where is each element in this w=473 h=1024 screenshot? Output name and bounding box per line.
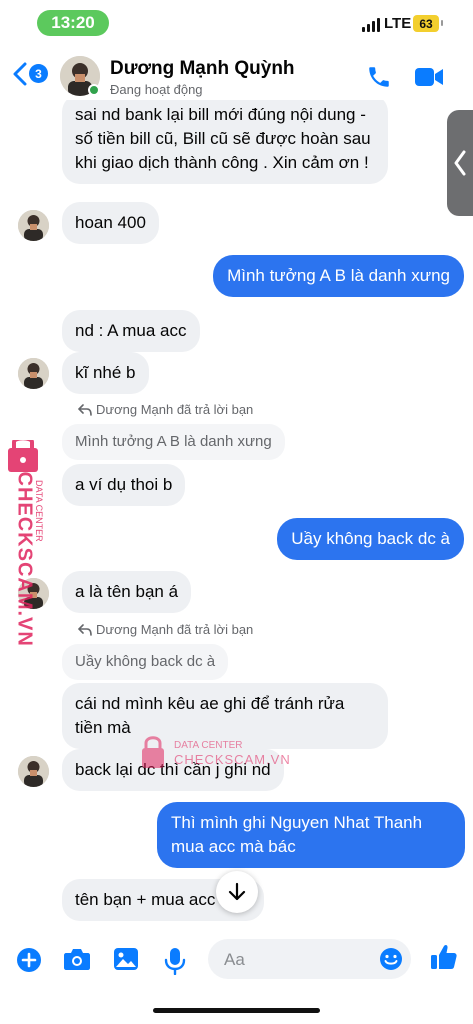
message-thread[interactable]: sai nd bank lại bill mới đúng nội dung -… — [0, 100, 473, 935]
message-bubble-incoming[interactable]: nd : A mua acc — [62, 310, 200, 352]
unread-badge[interactable]: 3 — [29, 64, 48, 83]
network-label: LTE — [384, 15, 412, 32]
avatar[interactable] — [18, 210, 49, 241]
chat-header: 3 Dương Mạnh Quỳnh Đang hoạt động — [0, 44, 473, 100]
battery-icon: 63 — [413, 15, 443, 32]
avatar[interactable] — [18, 358, 49, 389]
message-bubble-incoming[interactable]: sai nd bank lại bill mới đúng nội dung -… — [62, 100, 388, 184]
watermark-text: CHECKSCAM.VN — [13, 471, 36, 647]
watermark-text: CHECKSCAM.VN — [174, 752, 291, 767]
emoji-icon[interactable] — [379, 947, 403, 976]
reply-label-text: Dương Mạnh đã trả lời bạn — [96, 402, 254, 417]
online-indicator — [88, 84, 100, 96]
reply-label-text: Dương Mạnh đã trả lời bạn — [96, 622, 254, 637]
microphone-icon[interactable] — [164, 947, 186, 980]
message-composer: Aa — [0, 935, 473, 1024]
quoted-message[interactable]: Mình tưởng A B là danh xưng — [62, 424, 285, 460]
camera-icon[interactable] — [63, 947, 91, 976]
chevron-left-icon — [454, 150, 466, 176]
contact-name[interactable]: Dương Mạnh Quỳnh — [110, 58, 295, 80]
chevron-left-icon[interactable] — [12, 62, 28, 90]
message-bubble-incoming[interactable]: a là tên bạn á — [62, 571, 192, 613]
phone-icon[interactable] — [366, 64, 392, 95]
reply-arrow-icon — [78, 623, 92, 636]
contact-status: Đang hoạt động — [110, 82, 203, 97]
status-time: 13:20 — [37, 10, 109, 36]
quoted-message[interactable]: Uầy không back dc à — [62, 644, 229, 680]
thumbs-up-icon[interactable] — [430, 943, 458, 976]
plus-circle-icon[interactable] — [16, 947, 42, 978]
message-bubble-outgoing[interactable]: Uầy không back dc à — [277, 518, 464, 560]
reply-label: Dương Mạnh đã trả lời bạn — [78, 622, 253, 637]
watermark-subtext: DATA CENTER — [174, 740, 243, 751]
reply-arrow-icon — [78, 403, 92, 416]
message-bubble-incoming[interactable]: a ví dụ thoi b — [62, 464, 186, 506]
scroll-down-button[interactable] — [216, 871, 258, 913]
message-input-placeholder: Aa — [224, 950, 245, 969]
watermark-subtext: DATA CENTER — [34, 480, 44, 542]
side-panel-handle[interactable] — [447, 110, 473, 216]
message-bubble-incoming[interactable]: kĩ nhé b — [62, 352, 149, 394]
arrow-down-icon — [228, 882, 246, 901]
home-indicator — [153, 1008, 320, 1013]
message-input[interactable]: Aa — [208, 939, 411, 979]
reply-label: Dương Mạnh đã trả lời bạn — [78, 402, 253, 417]
signal-icon — [362, 18, 380, 32]
image-icon[interactable] — [113, 947, 139, 976]
video-camera-icon[interactable] — [414, 66, 444, 93]
message-bubble-incoming[interactable]: hoan 400 — [62, 202, 159, 244]
avatar[interactable] — [18, 756, 49, 787]
message-bubble-outgoing[interactable]: Mình tưởng A B là danh xưng — [213, 255, 464, 297]
watermark: DATA CENTER CHECKSCAM.VN — [140, 736, 310, 776]
message-bubble-outgoing[interactable]: Thì mình ghi Nguyen Nhat Thanh mua acc m… — [157, 802, 465, 868]
status-bar: 13:20 LTE 63 — [0, 0, 473, 44]
watermark: CHECKSCAM.VN DATA CENTER — [4, 436, 48, 647]
